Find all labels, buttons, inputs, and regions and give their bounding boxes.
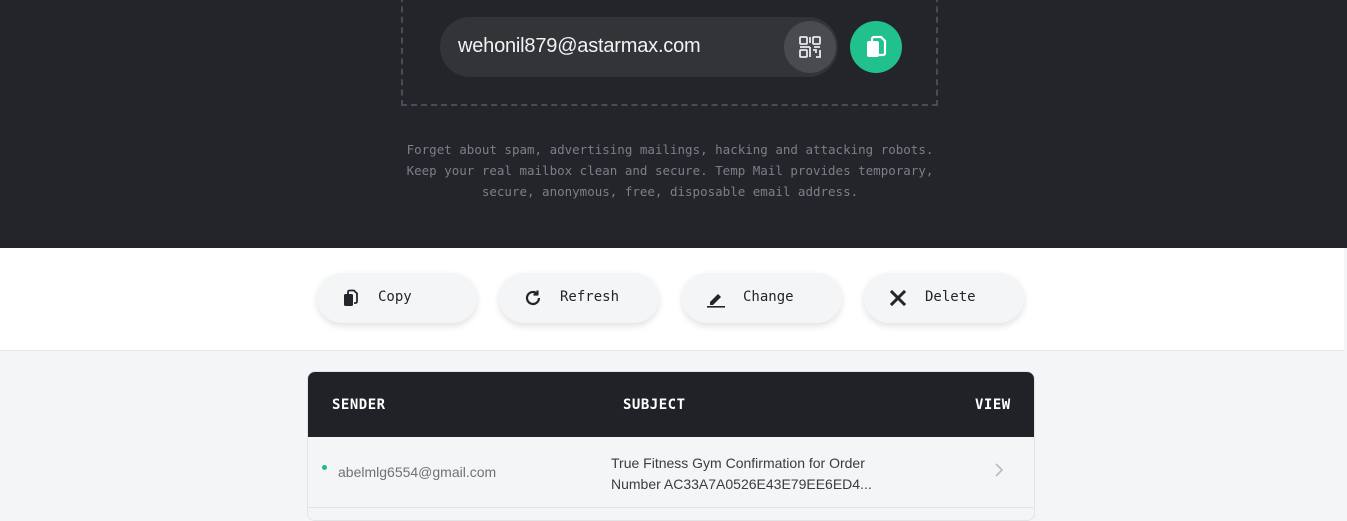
column-header-subject: SUBJECT — [623, 397, 686, 413]
email-address-field[interactable]: wehonil879@astarmax.com — [440, 17, 838, 77]
close-icon — [888, 288, 908, 308]
change-button-label: Change — [743, 289, 794, 305]
change-button[interactable]: Change — [682, 273, 842, 323]
hero-description: Forget about spam, advertising mailings,… — [380, 139, 960, 202]
actions-bar: Copy Refresh Change Delete — [0, 248, 1344, 351]
inbox-header: SENDER SUBJECT VIEW — [308, 372, 1034, 437]
email-subject-line: Number AC33A7A0526E43E79EE6ED4... — [611, 476, 872, 492]
copy-icon — [341, 288, 361, 308]
copy-button-label: Copy — [378, 289, 412, 305]
hero-section: wehonil879@astarmax.com Forget about spa… — [0, 0, 1347, 248]
column-header-view: VIEW — [975, 397, 1011, 413]
email-sender: abelmlg6554@gmail.com — [338, 464, 497, 480]
delete-button[interactable]: Delete — [864, 273, 1024, 323]
qr-code-button[interactable] — [784, 21, 836, 73]
qr-code-icon — [799, 36, 821, 58]
refresh-button[interactable]: Refresh — [499, 273, 659, 323]
chevron-right-icon[interactable] — [992, 461, 1006, 479]
table-row[interactable]: abelmlg6554@gmail.com True Fitness Gym C… — [308, 437, 1034, 508]
description-line: secure, anonymous, free, disposable emai… — [481, 184, 859, 199]
inbox-table: SENDER SUBJECT VIEW abelmlg6554@gmail.co… — [307, 371, 1035, 521]
copy-email-button[interactable] — [850, 21, 902, 73]
email-subject: True Fitness Gym Confirmation for Order … — [611, 453, 901, 495]
email-address-text[interactable]: wehonil879@astarmax.com — [458, 35, 701, 58]
edit-icon — [706, 288, 726, 308]
description-line: Keep your real mailbox clean and secure.… — [406, 163, 934, 178]
column-header-sender: SENDER — [332, 397, 386, 413]
unread-indicator — [322, 465, 327, 470]
email-subject-line: True Fitness Gym Confirmation for Order — [611, 455, 865, 471]
refresh-icon — [523, 288, 543, 308]
description-line: Forget about spam, advertising mailings,… — [406, 142, 934, 157]
delete-button-label: Delete — [925, 289, 976, 305]
copy-icon — [867, 35, 887, 57]
refresh-button-label: Refresh — [560, 289, 620, 305]
copy-button[interactable]: Copy — [317, 273, 477, 323]
